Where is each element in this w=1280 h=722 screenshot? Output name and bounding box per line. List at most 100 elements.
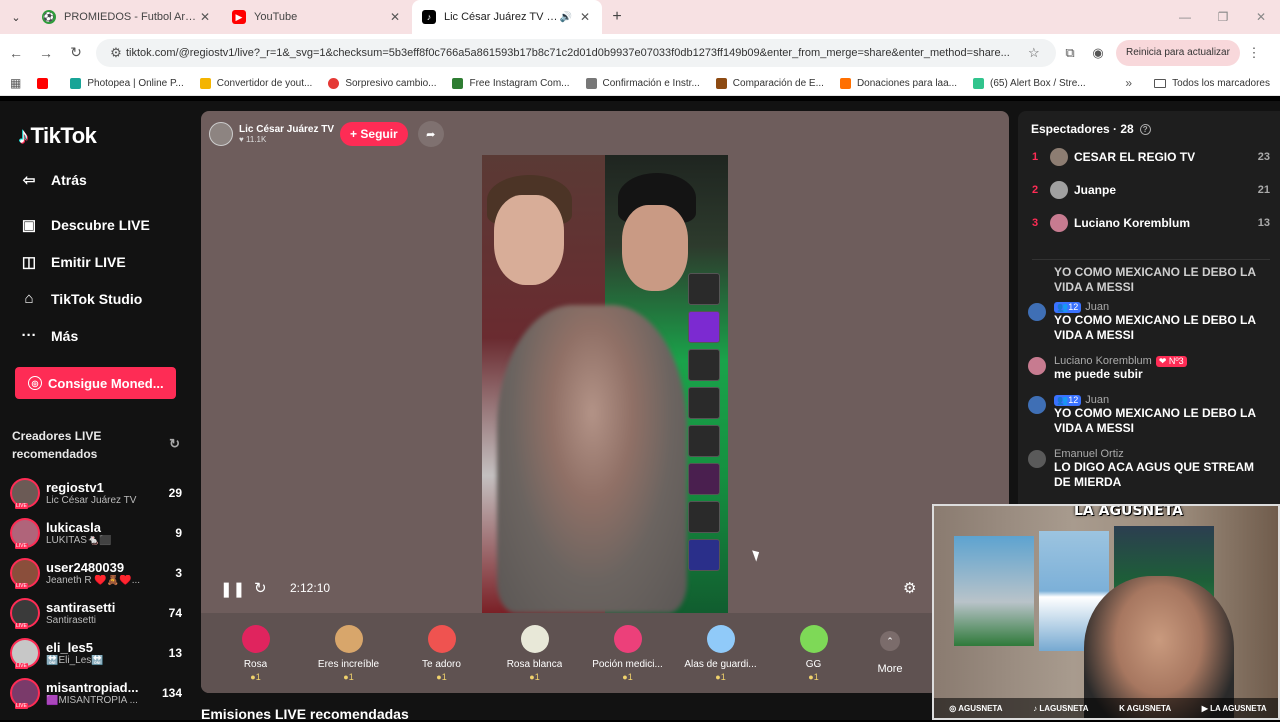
host-name[interactable]: Lic César Juárez TV <box>239 124 334 135</box>
site-info-icon[interactable]: ⚙ <box>106 39 126 67</box>
forward-icon[interactable]: → <box>32 39 60 67</box>
guest-thumb[interactable] <box>688 349 720 381</box>
more-bookmarks-icon[interactable]: » <box>1125 76 1132 90</box>
guest-thumb[interactable] <box>688 501 720 533</box>
bookmark-item[interactable]: Donaciones para laa... <box>839 77 957 89</box>
live-badge: LIVE <box>15 703 28 709</box>
creator-item[interactable]: LIVE regiostv1 Lic César Juárez TV 29 <box>10 475 182 511</box>
wall-poster <box>954 536 1034 646</box>
all-bookmarks[interactable]: Todos los marcadores <box>1154 78 1270 89</box>
gift-eres-increible[interactable]: Eres increíble ●1 <box>302 624 395 682</box>
tiktok-icon: ♪ <box>422 10 436 24</box>
refresh-icon[interactable]: ↻ <box>169 435 180 453</box>
more-gifts-button[interactable]: ⌃ More <box>860 631 920 675</box>
top-viewer[interactable]: 1 CESAR EL REGIO TV 23 <box>1032 145 1270 169</box>
speaker-icon[interactable]: 🔊 <box>560 12 572 23</box>
bookmark-star-icon[interactable]: ☆ <box>1028 45 1046 61</box>
host-avatar[interactable] <box>209 122 233 146</box>
bookmark-youtube[interactable] <box>37 77 54 89</box>
social-handle: ▶ LA AGUSNETA <box>1201 703 1267 713</box>
avatar[interactable] <box>1028 303 1046 321</box>
nav-back[interactable]: ⇦ Atrás <box>18 171 87 189</box>
bookmark-item[interactable]: Photopea | Online P... <box>70 77 184 89</box>
viewers-heading: Espectadores · 28? <box>1031 122 1151 136</box>
guest-thumb[interactable] <box>688 539 720 571</box>
settings-gear-icon[interactable]: ⚙ <box>903 579 916 597</box>
bookmark-item[interactable]: Free Instagram Com... <box>452 77 570 89</box>
tab-promiedos[interactable]: ⚽ PROMIEDOS - Futbol Argentino ✕ <box>32 0 222 34</box>
new-tab-button[interactable]: + <box>602 0 632 34</box>
creator-item[interactable]: LIVE lukicasla LUKITAS🐁⬛ 9 <box>10 515 182 551</box>
creator-name: eli_les5 <box>46 640 93 655</box>
creator-name: regiostv1 <box>46 480 104 495</box>
avatar[interactable] <box>1028 357 1046 375</box>
bookmark-item[interactable]: (65) Alert Box / Stre... <box>973 77 1086 89</box>
tab-search-icon[interactable]: ⌄ <box>0 0 32 34</box>
bookmark-item[interactable]: Confirmación e Instr... <box>585 77 700 89</box>
apps-grid-icon[interactable]: ▦ <box>10 76 21 90</box>
viewer-name: Luciano Koremblum <box>1074 216 1191 230</box>
creator-name: misantropiad... <box>46 680 139 695</box>
extensions-icon[interactable]: ⧉ <box>1056 39 1084 67</box>
tab-tiktok-live[interactable]: ♪ Lic César Juárez TV (@regiostv1) 🔊 ✕ <box>412 0 602 34</box>
minimize-icon[interactable]: — <box>1166 0 1204 34</box>
get-coins-button[interactable]: ◎ Consigue Moned... <box>15 367 176 399</box>
gift-cost: ●1 <box>529 671 540 682</box>
nav-discover-live[interactable]: ▣ Descubre LIVE <box>18 216 150 234</box>
creator-item[interactable]: LIVE eli_les5 🔛Eli_Les🔛 13 <box>10 635 182 671</box>
nav-more[interactable]: ··· Más <box>18 327 79 344</box>
address-bar[interactable]: ⚙ tiktok.com/@regiostv1/live?_r=1&_svg=1… <box>96 38 1056 67</box>
gift-pocion[interactable]: Poción medici... ●1 <box>581 624 674 682</box>
share-icon[interactable]: ➦ <box>417 121 444 147</box>
close-icon[interactable]: ✕ <box>198 10 212 24</box>
reload-icon[interactable]: ↻ <box>62 39 90 67</box>
avatar[interactable] <box>1028 450 1046 468</box>
top-viewer[interactable]: 3 Luciano Koremblum 13 <box>1032 211 1270 235</box>
bookmark-item[interactable]: Comparación de E... <box>715 77 824 89</box>
gift-alas[interactable]: Alas de guardi... ●1 <box>674 624 767 682</box>
pause-icon[interactable]: ❚❚ <box>220 580 245 598</box>
nav-tiktok-studio[interactable]: ⌂ TikTok Studio <box>18 290 142 307</box>
guest-thumb[interactable] <box>688 425 720 457</box>
gift-rosa-blanca[interactable]: Rosa blanca ●1 <box>488 624 581 682</box>
nav-go-live[interactable]: ◫ Emitir LIVE <box>18 253 126 271</box>
avatar[interactable] <box>1028 396 1046 414</box>
viewer-score: 23 <box>1257 151 1270 163</box>
update-button[interactable]: Reinicia para actualizar <box>1116 39 1240 66</box>
top-viewer[interactable]: 2 Juanpe 21 <box>1032 178 1270 202</box>
gift-name: Rosa <box>243 658 268 670</box>
bookmark-item[interactable]: Convertidor de yout... <box>199 77 312 89</box>
close-icon[interactable]: ✕ <box>388 10 402 24</box>
gift-te-adoro[interactable]: Te adoro ●1 <box>395 624 488 682</box>
chat-user[interactable]: Emanuel Ortiz <box>1054 448 1124 460</box>
chat-user[interactable]: Juan <box>1085 394 1109 406</box>
live-player[interactable]: Lic César Juárez TV ♥ 11.1K + Seguir ➦ ❚… <box>201 111 1009 693</box>
help-icon[interactable]: ? <box>1139 123 1151 135</box>
guest-thumb[interactable] <box>688 463 720 495</box>
tab-title: Lic César Juárez TV (@regiostv1) <box>444 11 560 23</box>
kebab-menu-icon[interactable]: ⋮ <box>1240 39 1268 67</box>
chat-user[interactable]: Luciano Koremblum <box>1054 355 1152 367</box>
social-handle: K AGUSNETA <box>1119 703 1172 713</box>
bookmark-item[interactable]: Sorpresivo cambio... <box>328 77 436 89</box>
tiktok-logo[interactable]: ♪ TikTok <box>18 123 97 149</box>
guest-thumb[interactable] <box>688 273 720 305</box>
follow-button[interactable]: + Seguir <box>340 122 408 146</box>
replay-icon[interactable]: ↻ <box>254 579 267 597</box>
guest-thumb[interactable] <box>688 387 720 419</box>
back-icon[interactable]: ← <box>2 39 30 67</box>
guest-strip <box>688 273 722 577</box>
creator-item[interactable]: LIVE santirasetti Santirasetti 74 <box>10 595 182 631</box>
avatar: LIVE <box>10 638 40 669</box>
guest-thumb[interactable] <box>688 311 720 343</box>
creator-item[interactable]: LIVE user2480039 Jeaneth R ♥️🧸♥️... 3 <box>10 555 182 591</box>
restore-icon[interactable]: ❐ <box>1204 0 1242 34</box>
tab-youtube[interactable]: ▶ YouTube ✕ <box>222 0 412 34</box>
gift-rosa[interactable]: Rosa ●1 <box>209 624 302 682</box>
profile-icon[interactable]: ◉ <box>1084 39 1112 67</box>
close-icon[interactable]: ✕ <box>578 10 592 24</box>
gift-gg[interactable]: GG ●1 <box>767 624 860 682</box>
creator-item[interactable]: LIVE misantropiad... 🟪MISANTROPIA ... 134 <box>10 675 182 711</box>
close-window-icon[interactable]: ✕ <box>1242 0 1280 34</box>
chat-user[interactable]: Juan <box>1085 301 1109 313</box>
